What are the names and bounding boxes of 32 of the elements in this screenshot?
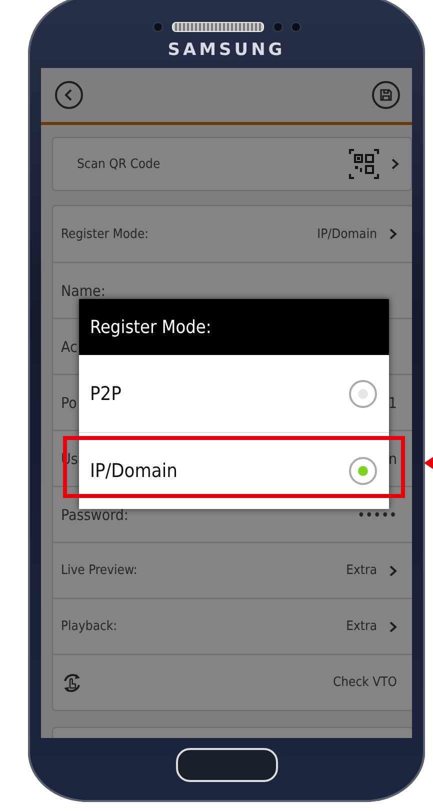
option-item[interactable]: P2P <box>79 355 389 432</box>
row-value: IP/Domain <box>317 226 377 242</box>
qr-code-icon <box>349 149 379 179</box>
row-value: 1 <box>388 394 397 412</box>
row-label: Ac <box>61 338 78 356</box>
row-value: Extra <box>346 619 377 634</box>
pointer-arrow-icon <box>424 457 433 469</box>
row-label: Po <box>61 394 77 412</box>
radio-button[interactable] <box>349 380 377 408</box>
chevron-icon <box>389 564 397 576</box>
camera-icon <box>154 23 162 31</box>
chevron-icon <box>391 158 399 170</box>
row-value: n <box>388 450 397 468</box>
row-label: Playback: <box>61 619 118 634</box>
brand-logo: SAMSUNG <box>168 40 286 60</box>
save-button[interactable] <box>372 81 400 109</box>
chevron-icon <box>389 620 397 632</box>
scan-qr-row[interactable]: Scan QR Code <box>52 137 412 191</box>
check-link[interactable]: Check VTO <box>332 675 397 690</box>
home-button[interactable] <box>176 748 278 782</box>
option-item[interactable]: IP/Domain <box>79 432 389 509</box>
chevron-icon <box>389 228 397 240</box>
row-label: Register Mode: <box>61 226 149 242</box>
back-button[interactable] <box>55 81 83 109</box>
radio-button[interactable] <box>349 457 377 485</box>
sensor-icon <box>292 23 300 31</box>
sensor-icon <box>274 23 282 31</box>
row-label: Live Preview: <box>61 563 138 578</box>
refresh-hand-icon[interactable] <box>61 672 83 694</box>
dialog-title: Register Mode: <box>79 299 389 355</box>
row-label: Name: <box>61 282 106 300</box>
row-value: Extra <box>346 563 377 578</box>
